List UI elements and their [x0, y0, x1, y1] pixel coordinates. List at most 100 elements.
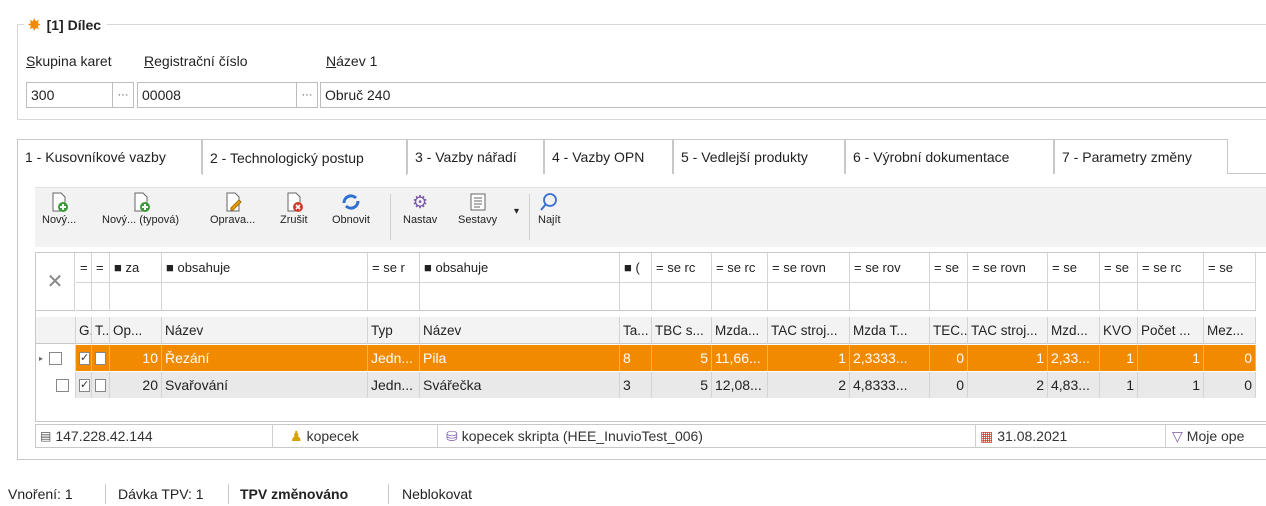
- tab-vedlejsi-produkty[interactable]: 5 - Vedlejší produkty: [673, 139, 845, 174]
- column-header[interactable]: Mzda...: [712, 317, 768, 344]
- row-select-checkbox[interactable]: [56, 378, 69, 392]
- cell-tec: 0: [930, 345, 968, 371]
- filter-input[interactable]: [420, 283, 620, 311]
- filter-cell[interactable]: = se: [1204, 253, 1256, 283]
- skupina-karet-field[interactable]: 300: [26, 82, 113, 108]
- column-header[interactable]: Op...: [110, 317, 162, 344]
- filter-cell[interactable]: ■ obsahuje: [420, 253, 620, 283]
- unchecked-checkbox[interactable]: [95, 378, 106, 392]
- registracni-cislo-browse-button[interactable]: ···: [296, 82, 318, 108]
- cell-mzda: 12,08...: [712, 372, 768, 398]
- column-header[interactable]: G..: [76, 317, 92, 344]
- filter-cell[interactable]: = se rovn: [768, 253, 850, 283]
- neblokovat-button[interactable]: Neblokovat: [402, 486, 472, 502]
- filter-cell[interactable]: = se: [1100, 253, 1138, 283]
- reports-dropdown-icon[interactable]: ▾: [514, 206, 519, 217]
- registracni-cislo-field[interactable]: 00008: [137, 82, 297, 108]
- filter-cell[interactable]: = se rov: [850, 253, 930, 283]
- filter-input[interactable]: [620, 283, 652, 311]
- reports-button[interactable]: Sestavy: [458, 190, 497, 226]
- column-header[interactable]: Počet ...: [1138, 317, 1204, 344]
- column-header[interactable]: KVO: [1100, 317, 1138, 344]
- status-filter[interactable]: ▽ Moje ope: [1172, 425, 1244, 447]
- row-select-checkbox[interactable]: [49, 351, 63, 365]
- g-checkbox-cell[interactable]: ✓: [76, 372, 92, 398]
- tab-vyrobni-dokumentace[interactable]: 6 - Výrobní dokumentace: [845, 139, 1054, 174]
- new-button[interactable]: Nový...: [42, 190, 76, 226]
- column-header[interactable]: Název: [162, 317, 368, 344]
- skupina-karet-browse-button[interactable]: ···: [112, 82, 134, 108]
- new-typed-button[interactable]: Nový... (typová): [102, 190, 179, 226]
- column-header[interactable]: Ta...: [620, 317, 652, 344]
- column-header[interactable]: Typ: [368, 317, 420, 344]
- edit-pencil-icon: [222, 190, 244, 214]
- column-header[interactable]: Mzda T...: [850, 317, 930, 344]
- server-icon: ▤: [40, 429, 52, 443]
- clear-filter-icon[interactable]: ✕: [36, 253, 75, 311]
- cell-kvo: 1: [1100, 345, 1138, 371]
- refresh-button[interactable]: Obnovit: [332, 190, 370, 226]
- filter-input[interactable]: [110, 283, 162, 311]
- column-header[interactable]: Mez...: [1204, 317, 1256, 344]
- settings-button[interactable]: ⚙ Nastav: [403, 190, 437, 227]
- filter-cell[interactable]: = se rc: [1138, 253, 1204, 283]
- tab-parametry-zmeny[interactable]: 7 - Parametry změny: [1054, 139, 1228, 174]
- edit-button[interactable]: Oprava...: [210, 190, 255, 226]
- filter-input[interactable]: [1138, 283, 1204, 311]
- filter-cell[interactable]: ■ za: [110, 253, 162, 283]
- cancel-button[interactable]: Zrušit: [280, 190, 308, 226]
- tab-technologicky-postup[interactable]: 2 - Technologický postup: [202, 139, 407, 175]
- cell-tec: 0: [930, 372, 968, 398]
- filter-input[interactable]: [930, 283, 968, 311]
- filter-cell[interactable]: ■ (: [620, 253, 652, 283]
- t-checkbox-cell[interactable]: [92, 345, 110, 371]
- column-header[interactable]: T...: [92, 317, 110, 344]
- filter-input[interactable]: [652, 283, 712, 311]
- cell-mzd: 4,83...: [1048, 372, 1100, 398]
- checked-checkbox[interactable]: ✓: [79, 351, 91, 365]
- g-checkbox-cell[interactable]: ✓: [76, 345, 92, 371]
- filter-input[interactable]: [92, 283, 110, 311]
- column-header[interactable]: TAC stroj...: [768, 317, 850, 344]
- column-header[interactable]: TBC s...: [652, 317, 712, 344]
- filter-input[interactable]: [1048, 283, 1100, 311]
- unchecked-checkbox[interactable]: [95, 351, 106, 365]
- filter-cell[interactable]: = se: [930, 253, 968, 283]
- filter-cell[interactable]: = se r: [368, 253, 420, 283]
- filter-cell[interactable]: = se rc: [712, 253, 768, 283]
- find-button[interactable]: Najít: [538, 190, 561, 226]
- nazev-1-field[interactable]: Obruč 240: [320, 82, 1266, 108]
- t-checkbox-cell[interactable]: [92, 372, 110, 398]
- status-date: ▦ 31.08.2021: [980, 427, 1068, 445]
- cell-mez: 0: [1204, 372, 1256, 398]
- filter-input[interactable]: [712, 283, 768, 311]
- filter-input[interactable]: [368, 283, 420, 311]
- filter-cell[interactable]: = se rovn: [968, 253, 1048, 283]
- filter-input[interactable]: [850, 283, 930, 311]
- filter-cell[interactable]: = se: [1048, 253, 1100, 283]
- column-header[interactable]: Mzd...: [1048, 317, 1100, 344]
- filter-input[interactable]: [768, 283, 850, 311]
- filter-input[interactable]: [1100, 283, 1138, 311]
- column-header[interactable]: TAC stroj...: [968, 317, 1048, 344]
- status-user: ♟ kopecek: [290, 427, 359, 445]
- column-header[interactable]: TEC...: [930, 317, 968, 344]
- filter-input[interactable]: [76, 283, 92, 311]
- bottom-separator: [388, 484, 389, 504]
- filter-cell[interactable]: = se rc: [652, 253, 712, 283]
- filter-input[interactable]: [968, 283, 1048, 311]
- column-header[interactable]: Název: [420, 317, 620, 344]
- checked-checkbox[interactable]: ✓: [79, 378, 91, 392]
- new-document-icon: [48, 190, 70, 214]
- tab-kusovnikove-vazby[interactable]: 1 - Kusovníkové vazby: [17, 139, 202, 174]
- tab-vazby-naradi[interactable]: 3 - Vazby nářadí: [407, 139, 544, 174]
- status-separator: [272, 425, 273, 447]
- filter-cell[interactable]: ■ obsahuje: [162, 253, 368, 283]
- filter-cell[interactable]: =: [76, 253, 92, 283]
- filter-cell[interactable]: =: [92, 253, 110, 283]
- filter-input[interactable]: [1204, 283, 1256, 311]
- cell-tac: 1: [768, 345, 850, 371]
- cell-pocet: 1: [1138, 345, 1204, 371]
- filter-input[interactable]: [162, 283, 368, 311]
- tab-vazby-opn[interactable]: 4 - Vazby OPN: [544, 139, 673, 174]
